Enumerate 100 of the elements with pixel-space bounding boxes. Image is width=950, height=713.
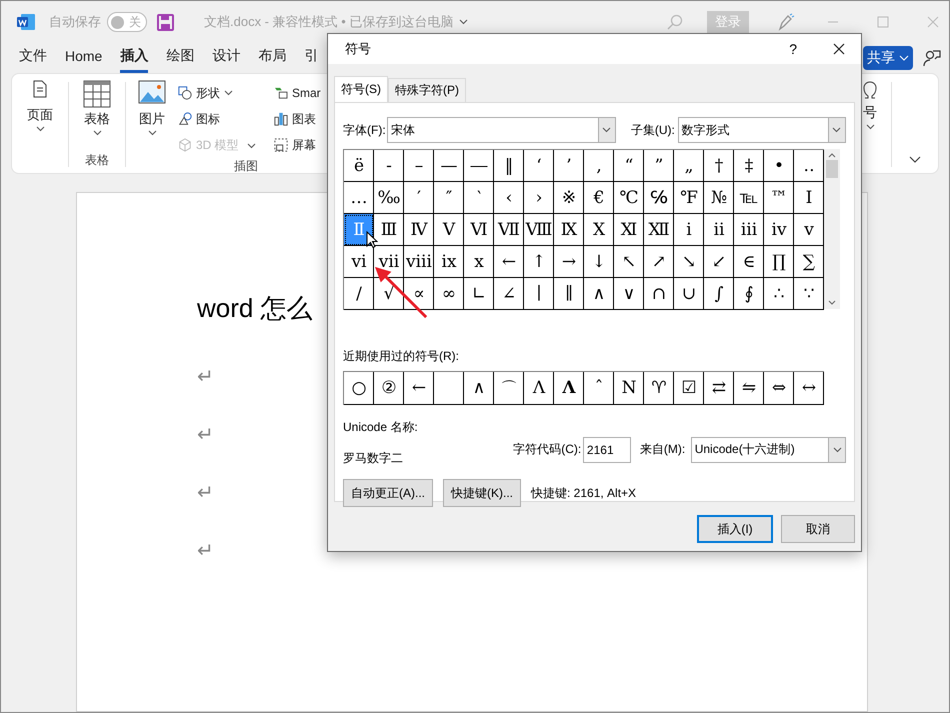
recent-symbol[interactable]: ☑ xyxy=(674,372,704,405)
symbol-cell[interactable]: ∕ xyxy=(344,278,374,310)
symbol-cell[interactable]: ↘ xyxy=(674,246,704,278)
symbol-cell[interactable]: ℡ xyxy=(734,182,764,214)
symbol-cell[interactable]: Ⅶ xyxy=(494,214,524,246)
autocorrect-button[interactable]: 自动更正(A)... xyxy=(343,479,433,507)
collapse-ribbon-icon[interactable] xyxy=(909,156,921,163)
symbol-cell[interactable]: ′ xyxy=(404,182,434,214)
save-icon[interactable] xyxy=(157,14,174,30)
symbol-cell[interactable]: ‥ xyxy=(794,150,824,182)
recent-symbol[interactable]: Λ xyxy=(524,372,554,405)
insert-button[interactable]: 插入(I) xyxy=(697,515,773,543)
symbol-cell[interactable]: ⅹ xyxy=(464,246,494,278)
table-button[interactable]: 表格 xyxy=(83,80,111,136)
recent-symbol[interactable]: ② xyxy=(374,372,404,405)
symbol-cell[interactable]: „ xyxy=(674,150,704,182)
scrollbar[interactable] xyxy=(824,149,840,309)
symbol-cell[interactable]: Ⅵ xyxy=(464,214,494,246)
comment-icon[interactable] xyxy=(923,49,941,67)
symbol-cell[interactable]: ″ xyxy=(434,182,464,214)
symbol-cell[interactable]: ∠ xyxy=(494,278,524,310)
recent-symbol[interactable]: Λ xyxy=(554,372,584,405)
recent-symbol[interactable]: ˆ xyxy=(584,372,614,405)
symbol-cell[interactable]: ∫ xyxy=(704,278,734,310)
symbol-cell[interactable]: ↖ xyxy=(614,246,644,278)
symbol-cell[interactable]: ⅳ xyxy=(764,214,794,246)
symbol-cell[interactable]: ↙ xyxy=(704,246,734,278)
symbol-cell[interactable]: ∑ xyxy=(794,246,824,278)
symbol-cell[interactable]: ‘ xyxy=(524,150,554,182)
subset-dropdown[interactable]: 数字形式 xyxy=(678,117,846,143)
symbol-cell[interactable]: Ⅴ xyxy=(434,214,464,246)
symbol-cell[interactable]: ― xyxy=(464,150,494,182)
symbol-cell[interactable]: — xyxy=(434,150,464,182)
symbol-cell[interactable]: ⅱ xyxy=(704,214,734,246)
icons-button[interactable]: 图标 xyxy=(178,106,262,132)
shapes-button[interactable]: 形状 xyxy=(178,80,262,106)
symbol-cell[interactable]: ⅸ xyxy=(434,246,464,278)
recent-symbol[interactable]: ⇄ xyxy=(704,372,734,405)
screenshot-button[interactable]: 屏幕 xyxy=(274,132,321,158)
menu-tab[interactable]: 文件 xyxy=(19,43,47,73)
symbol-cell[interactable]: → xyxy=(554,246,584,278)
symbol-cell[interactable]: ⅰ xyxy=(674,214,704,246)
symbol-cell[interactable]: “ xyxy=(614,150,644,182)
scroll-thumb[interactable] xyxy=(826,160,838,178)
symbol-cell[interactable]: ‡ xyxy=(734,150,764,182)
recent-symbol[interactable]: ⌒ xyxy=(494,372,524,405)
symbol-cell[interactable]: ⅷ xyxy=(404,246,434,278)
symbol-cell[interactable]: ∣ xyxy=(524,278,554,310)
close-icon[interactable] xyxy=(833,43,845,55)
symbol-cell[interactable]: ⅲ xyxy=(734,214,764,246)
symbol-cell[interactable]: ’ xyxy=(554,150,584,182)
from-dropdown[interactable]: Unicode(十六进制) xyxy=(690,436,846,462)
symbol-cell[interactable]: … xyxy=(344,182,374,214)
recent-symbol[interactable]: ○ xyxy=(344,372,374,405)
empty-symbol-slot[interactable] xyxy=(434,372,464,405)
scroll-up-icon[interactable] xyxy=(828,153,836,158)
symbol-cell[interactable]: ∪ xyxy=(674,278,704,310)
recent-symbol[interactable]: ∧ xyxy=(464,372,494,405)
recent-symbol[interactable]: ⇋ xyxy=(734,372,764,405)
symbol-cell[interactable]: ℃ xyxy=(614,182,644,214)
scroll-down-icon[interactable] xyxy=(828,300,836,305)
symbol-cell[interactable]: ™ xyxy=(764,182,794,214)
symbol-cell[interactable]: ↓ xyxy=(584,246,614,278)
symbol-cell[interactable]: ∨ xyxy=(614,278,644,310)
symbol-cell[interactable]: † xyxy=(704,150,734,182)
symbol-cell[interactable]: ‚ xyxy=(584,150,614,182)
symbol-cell[interactable]: ∴ xyxy=(764,278,794,310)
symbol-cell[interactable]: • xyxy=(764,150,794,182)
page-button[interactable]: 页面 xyxy=(27,80,53,132)
recent-symbol[interactable]: ⇔ xyxy=(764,372,794,405)
symbol-button[interactable]: 号 xyxy=(863,80,877,130)
menu-tab[interactable]: Home xyxy=(65,44,102,72)
symbol-cell[interactable]: Ⅻ xyxy=(644,214,674,246)
symbol-cell[interactable]: ∩ xyxy=(644,278,674,310)
cancel-button[interactable]: 取消 xyxy=(781,515,855,543)
symbol-cell[interactable]: Ⅷ xyxy=(524,214,554,246)
symbol-cell[interactable]: › xyxy=(524,182,554,214)
symbol-cell[interactable]: Ⅲ xyxy=(374,214,404,246)
recent-symbol[interactable]: ♈ xyxy=(644,372,674,405)
symbol-cell[interactable]: ∮ xyxy=(734,278,764,310)
symbol-cell[interactable]: ” xyxy=(644,150,674,182)
symbol-cell[interactable]: Ⅰ xyxy=(794,182,824,214)
menu-tab[interactable]: 设计 xyxy=(212,43,240,73)
symbol-cell[interactable]: ↗ xyxy=(644,246,674,278)
symbol-cell[interactable]: ∈ xyxy=(734,246,764,278)
symbol-cell[interactable]: ë xyxy=(344,150,374,182)
symbol-cell[interactable]: ∏ xyxy=(764,246,794,278)
dialog-tab[interactable]: 特殊字符(P) xyxy=(388,78,466,102)
symbol-cell[interactable]: ∧ xyxy=(584,278,614,310)
share-button[interactable]: 共享 xyxy=(863,46,913,70)
symbol-cell[interactable]: ⅴ xyxy=(794,214,824,246)
symbol-cell[interactable]: ∵ xyxy=(794,278,824,310)
symbol-cell[interactable]: Ⅺ xyxy=(614,214,644,246)
symbol-cell[interactable]: Ⅳ xyxy=(404,214,434,246)
symbol-cell[interactable]: ‰ xyxy=(374,182,404,214)
symbol-cell[interactable]: € xyxy=(584,182,614,214)
picture-button[interactable]: 图片 xyxy=(138,80,166,136)
symbol-cell[interactable]: ℉ xyxy=(674,182,704,214)
symbol-cell[interactable]: № xyxy=(704,182,734,214)
symbol-cell[interactable]: ℅ xyxy=(644,182,674,214)
